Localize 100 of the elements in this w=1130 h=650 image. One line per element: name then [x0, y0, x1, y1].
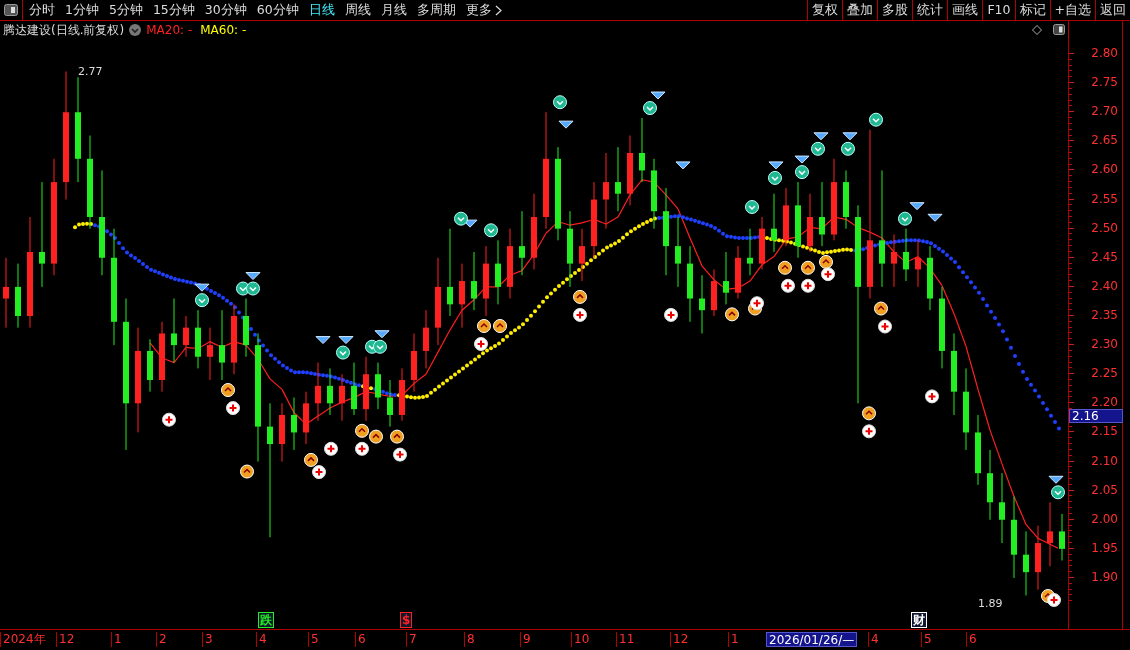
up-badge-icon	[390, 429, 404, 444]
diamond-icon	[675, 161, 691, 170]
plus-badge-icon	[573, 307, 587, 322]
up-badge-icon	[477, 319, 491, 333]
candle	[615, 146, 621, 212]
toolbar-button[interactable]: 叠加	[842, 0, 878, 20]
up-badge-icon	[862, 406, 876, 421]
date-label: 9	[520, 632, 533, 647]
indicator-label: MA20: -	[146, 21, 193, 39]
up-badge-icon	[874, 301, 888, 316]
date-label: 7	[406, 632, 419, 647]
up-badge-icon	[801, 260, 815, 275]
period-tab[interactable]: 15分钟	[152, 0, 195, 20]
period-tab[interactable]: 周线	[344, 0, 371, 20]
check-badge-icon	[553, 95, 567, 110]
diamond-icon	[1048, 475, 1064, 484]
diamond-icon	[338, 336, 354, 345]
candle	[903, 228, 909, 282]
candle	[651, 158, 657, 230]
plus-badge-icon	[750, 296, 764, 311]
period-tab[interactable]: 60分钟	[256, 0, 299, 20]
period-tab[interactable]: 30分钟	[204, 0, 247, 20]
toolbar-button[interactable]: 标记	[1014, 0, 1050, 20]
up-badge-icon	[304, 452, 318, 467]
price-tick-label: 2.15	[1091, 424, 1118, 439]
period-tab[interactable]: 日线	[308, 0, 335, 20]
candle	[711, 268, 717, 317]
up-badge-icon	[725, 307, 739, 322]
date-label: 2	[156, 632, 169, 647]
price-tick-label: 2.10	[1091, 453, 1118, 468]
candle	[15, 263, 21, 329]
candle	[783, 187, 789, 247]
plus-badge-icon	[664, 307, 678, 322]
candle	[735, 245, 741, 300]
plus-badge-icon	[324, 441, 338, 456]
candle	[351, 362, 357, 416]
period-tab[interactable]: 多周期	[416, 0, 456, 20]
toolbar-button[interactable]: 画线	[947, 0, 983, 20]
candle	[171, 298, 177, 364]
diamond-icon	[794, 155, 810, 164]
up-badge-icon	[573, 289, 587, 304]
date-label: 4	[256, 632, 269, 647]
toolbar-button[interactable]: F10	[982, 0, 1015, 20]
candle	[1059, 513, 1065, 561]
price-tick-label: 2.75	[1091, 75, 1118, 90]
candle	[975, 414, 981, 486]
candle	[387, 379, 393, 428]
high-price-label: 2.77	[78, 66, 103, 78]
period-tab[interactable]: 月线	[380, 0, 407, 20]
price-tick-label: 2.65	[1091, 133, 1118, 148]
toolbar-button[interactable]: 多股	[877, 0, 913, 20]
stock-title: 腾达建设(日线.前复权)	[3, 21, 125, 39]
candle	[579, 228, 585, 282]
check-badge-icon	[1051, 485, 1065, 500]
period-tab[interactable]: 5分钟	[108, 0, 143, 20]
candle	[411, 332, 417, 393]
toolbar-button[interactable]: 统计	[912, 0, 948, 20]
check-badge-icon	[869, 112, 883, 127]
panel-toggle-icon[interactable]	[4, 4, 18, 16]
event-marker[interactable]: $	[400, 612, 413, 628]
up-badge-icon	[355, 423, 369, 438]
event-marker[interactable]: 财	[911, 612, 927, 628]
check-badge-icon	[484, 223, 498, 238]
toolbar-button[interactable]: +自选	[1049, 0, 1095, 20]
date-label: 1	[728, 632, 741, 647]
plus-badge-icon	[801, 278, 815, 293]
price-tick-label: 1.90	[1091, 569, 1118, 584]
plus-badge-icon	[925, 389, 939, 404]
candle	[363, 356, 369, 422]
candle	[699, 274, 705, 334]
diamond-icon	[650, 91, 666, 100]
candle	[627, 135, 633, 206]
candle	[927, 245, 933, 311]
candle	[183, 315, 189, 358]
check-badge-icon	[898, 211, 912, 226]
candle	[471, 251, 477, 311]
toolbar-button[interactable]: 复权	[807, 0, 843, 20]
diamond-icon[interactable]	[1032, 24, 1042, 35]
candle	[279, 402, 285, 463]
candle	[495, 239, 501, 305]
up-badge-icon	[240, 464, 254, 479]
dropdown-icon[interactable]	[129, 23, 142, 36]
candle	[339, 373, 345, 422]
period-tab[interactable]: 分时	[29, 0, 55, 20]
toolbar-button[interactable]: 返回	[1095, 0, 1130, 20]
check-badge-icon	[745, 200, 759, 214]
event-marker[interactable]: 跌	[258, 612, 274, 628]
check-badge-icon	[195, 293, 209, 308]
candle	[519, 210, 525, 276]
price-tick-label: 2.05	[1091, 482, 1118, 497]
price-tick-label: 2.55	[1091, 191, 1118, 206]
date-label: 12	[670, 632, 691, 647]
candle	[819, 181, 825, 247]
price-tick-label: 2.80	[1091, 46, 1118, 60]
date-label: 2024年	[0, 632, 48, 647]
period-tab[interactable]: 1分钟	[65, 0, 99, 20]
up-badge-icon	[819, 254, 833, 269]
panel-toggle-icon[interactable]	[1053, 24, 1065, 35]
period-tab[interactable]: 更多	[465, 0, 502, 20]
candle	[303, 391, 309, 445]
